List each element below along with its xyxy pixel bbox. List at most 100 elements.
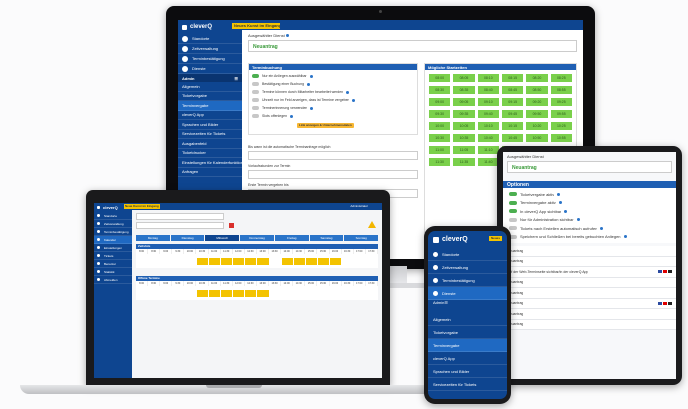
admin-menu-item[interactable]: Ticketvorgabe: [178, 92, 242, 101]
tablet-service-select[interactable]: Neuantrag: [507, 161, 672, 173]
phone-menu-item[interactable]: Standorte: [428, 248, 507, 261]
time-slot[interactable]: 08:50: [526, 86, 548, 94]
time-slot[interactable]: 09:05: [453, 98, 475, 106]
time-slot[interactable]: 09:55: [550, 110, 572, 118]
time-slot[interactable]: 08:40: [477, 86, 499, 94]
time-slot[interactable]: 08:45: [502, 86, 524, 94]
calendar-slot[interactable]: [209, 257, 221, 265]
time-slot[interactable]: 08:30: [429, 86, 451, 94]
time-slot[interactable]: 10:35: [453, 134, 475, 142]
laptop-delete-button[interactable]: [229, 223, 234, 228]
time-slot[interactable]: 09:00: [429, 98, 451, 106]
field-select[interactable]: [248, 151, 418, 160]
time-slot[interactable]: 09:45: [502, 110, 524, 118]
service-row[interactable]: Neuantrag: [503, 257, 676, 267]
time-slot[interactable]: 10:25: [550, 122, 572, 130]
time-slot[interactable]: 10:10: [477, 122, 499, 130]
calendar-slot[interactable]: [281, 257, 293, 265]
phone-admin-item[interactable]: cleverQ App: [428, 352, 507, 365]
time-slot[interactable]: 10:30: [429, 134, 451, 142]
weekday-tab[interactable]: Sonntag: [344, 235, 379, 241]
time-slot[interactable]: 09:10: [477, 98, 499, 106]
time-slot[interactable]: 10:00: [429, 122, 451, 130]
time-slot[interactable]: 08:00: [429, 74, 451, 82]
sidebar-item[interactable]: Abmelden: [94, 276, 132, 284]
time-slot[interactable]: 09:35: [453, 110, 475, 118]
help-icon[interactable]: [307, 82, 311, 86]
toggle-switch[interactable]: [252, 74, 259, 78]
calendar-slot[interactable]: [245, 289, 257, 297]
phone-admin-section[interactable]: Admin☰: [428, 300, 507, 313]
laptop-alert-badge[interactable]: Neue Kunst im Eingang: [124, 204, 160, 209]
time-slot[interactable]: 11:05: [453, 146, 475, 154]
help-icon[interactable]: [290, 114, 294, 118]
phone-admin-item[interactable]: Servicezeiten für Tickets: [428, 378, 507, 391]
calendar-slot[interactable]: [221, 289, 233, 297]
admin-menu-item[interactable]: Terminvergabe: [178, 101, 242, 111]
admin-menu-item[interactable]: Sprachen und Bilder: [178, 120, 242, 130]
flag-icon[interactable]: [668, 270, 672, 274]
service-row[interactable]: Neuantrag: [503, 320, 676, 330]
flag-icon[interactable]: [668, 301, 672, 305]
time-slot[interactable]: 11:35: [453, 158, 475, 166]
time-slot[interactable]: 11:10: [477, 146, 499, 154]
help-icon[interactable]: [557, 192, 561, 196]
field-select[interactable]: [248, 170, 418, 179]
phone-alert-badge[interactable]: Neues: [489, 236, 503, 241]
service-select[interactable]: Neuantrag: [248, 40, 577, 52]
time-slot[interactable]: 09:50: [526, 110, 548, 118]
toggle-switch[interactable]: [252, 82, 259, 86]
sidebar-item[interactable]: Standorte: [94, 212, 132, 220]
calendar-slot[interactable]: [245, 257, 257, 265]
time-slot[interactable]: 10:45: [502, 134, 524, 142]
time-slot[interactable]: 09:40: [477, 110, 499, 118]
help-icon[interactable]: [600, 226, 604, 230]
admin-menu-item[interactable]: Ticketdrucker: [178, 149, 242, 158]
calendar-slot[interactable]: [209, 289, 221, 297]
time-slot[interactable]: 10:40: [477, 134, 499, 142]
flag-icon[interactable]: [658, 301, 662, 305]
time-slot[interactable]: 09:30: [429, 110, 451, 118]
monitor-admin-section[interactable]: Admin ☰: [178, 74, 242, 82]
help-icon[interactable]: [623, 235, 627, 239]
time-slot[interactable]: 08:05: [453, 74, 475, 82]
weekday-tab[interactable]: Dienstag: [170, 235, 205, 241]
sidebar-item[interactable]: Terminbestätigung: [178, 54, 242, 64]
admin-menu-item[interactable]: Einstellungen für Kalenderfunktionen: [178, 158, 242, 168]
calendar-slot[interactable]: [305, 257, 317, 265]
sidebar-item[interactable]: Zeitverwaltung: [178, 44, 242, 54]
time-slot[interactable]: 08:20: [526, 74, 548, 82]
laptop-user[interactable]: Administrator: [350, 204, 368, 208]
sidebar-item[interactable]: Zeitverwaltung: [94, 220, 132, 228]
time-slot[interactable]: 10:05: [453, 122, 475, 130]
weekday-tab[interactable]: Samstag: [309, 235, 344, 241]
toggle-switch[interactable]: [509, 192, 517, 197]
calendar-slot[interactable]: [233, 257, 245, 265]
time-slot[interactable]: 11:40: [477, 158, 499, 166]
help-icon[interactable]: [352, 98, 356, 102]
service-row[interactable]: Neuantrag: [503, 309, 676, 320]
time-slot[interactable]: 09:20: [526, 98, 548, 106]
calendar-slot[interactable]: [257, 257, 269, 265]
admin-menu-item[interactable]: Anfragen: [178, 168, 242, 177]
laptop-select[interactable]: [136, 213, 224, 220]
time-slot[interactable]: 11:30: [429, 158, 451, 166]
sidebar-item[interactable]: Tickets: [94, 252, 132, 260]
sidebar-item[interactable]: Statistik: [94, 268, 132, 276]
phone-menu-item[interactable]: Dienste: [428, 287, 507, 300]
calendar-slot[interactable]: [196, 289, 209, 297]
time-slot[interactable]: 09:25: [550, 98, 572, 106]
help-icon[interactable]: [558, 201, 562, 205]
help-icon[interactable]: [346, 90, 350, 94]
toggle-switch[interactable]: [509, 209, 517, 214]
flag-icon[interactable]: [663, 301, 667, 305]
service-row[interactable]: Neuantrag: [503, 288, 676, 299]
toggle-switch[interactable]: [509, 226, 517, 231]
service-row[interactable]: Auf der Web-Terminseite sichtbar/in der …: [503, 267, 676, 278]
calendar-slot[interactable]: [257, 289, 269, 297]
time-slot[interactable]: 08:15: [502, 74, 524, 82]
time-slot[interactable]: 08:35: [453, 86, 475, 94]
phone-admin-item[interactable]: Ticketvorgabe: [428, 326, 507, 339]
time-slot[interactable]: 10:50: [526, 134, 548, 142]
time-slot[interactable]: 08:55: [550, 86, 572, 94]
